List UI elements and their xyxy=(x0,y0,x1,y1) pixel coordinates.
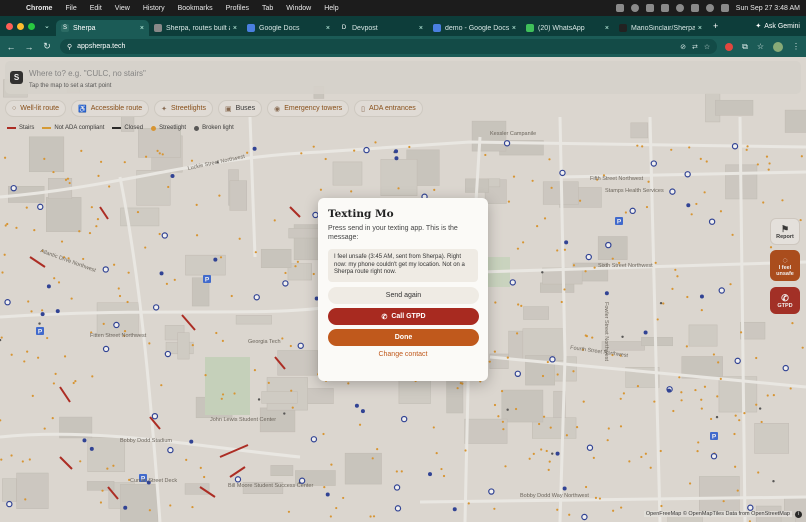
dialog-instructions: Press send in your texting app. This is … xyxy=(328,225,458,241)
tab-favicon-icon xyxy=(154,24,162,32)
menu-view[interactable]: View xyxy=(115,5,130,12)
tab-favicon-icon: S xyxy=(61,24,69,32)
url-text: appsherpa.tech xyxy=(77,43,126,50)
search-icon[interactable] xyxy=(705,4,714,12)
change-contact-link[interactable]: Change contact xyxy=(328,351,478,358)
tab-title: Google Docs xyxy=(259,24,300,32)
wifi-icon[interactable] xyxy=(675,4,684,12)
address-bar[interactable]: ⚲ appsherpa.tech ⊘ ⇄ ☆ xyxy=(60,39,718,54)
done-label: Done xyxy=(394,334,413,341)
tab-close-icon[interactable]: × xyxy=(698,25,702,32)
tab-title: Sherpa xyxy=(73,24,96,32)
browser-tab[interactable]: Google Docs × xyxy=(242,20,335,36)
browser-tab[interactable]: S Sherpa × xyxy=(56,20,149,36)
tab-favicon-icon xyxy=(526,24,534,32)
browser-tab[interactable]: (20) WhatsApp × xyxy=(521,20,614,36)
tab-favicon-icon: D xyxy=(340,24,348,32)
battery-icon[interactable] xyxy=(690,4,699,12)
tab-favicon-icon xyxy=(433,24,441,32)
menu-tab[interactable]: Tab xyxy=(262,5,273,12)
tab-close-icon[interactable]: × xyxy=(233,25,237,32)
tab-title: (20) WhatsApp xyxy=(538,24,585,32)
reading-list-icon[interactable]: ☆ xyxy=(757,42,764,51)
status-app-icon[interactable] xyxy=(630,4,639,12)
back-icon[interactable]: ← xyxy=(6,42,16,52)
extensions-puzzle-icon[interactable]: ⧉ xyxy=(742,42,748,52)
tab-favicon-icon xyxy=(619,24,627,32)
forward-icon[interactable]: → xyxy=(24,42,34,52)
menu-edit[interactable]: Edit xyxy=(90,5,102,12)
tab-close-icon[interactable]: × xyxy=(605,25,609,32)
bookmark-star-icon[interactable]: ☆ xyxy=(704,43,710,51)
tab-close-icon[interactable]: × xyxy=(419,25,423,32)
tab-search-chevron-icon[interactable]: ⌄ xyxy=(44,22,56,30)
send-again-button[interactable]: Send again xyxy=(328,287,479,304)
browser-toolbar: ← → ↻ ⚲ appsherpa.tech ⊘ ⇄ ☆ ⧉ ☆ ⋮ xyxy=(0,36,806,57)
extension-icon[interactable] xyxy=(725,42,734,51)
tab-title: MarioSinclair/Sherpa xyxy=(631,24,695,32)
new-tab-button[interactable]: + xyxy=(707,21,724,31)
texting-dialog: Texting Mo Press send in your texting ap… xyxy=(318,198,488,381)
ask-gemini-label: Ask Gemini xyxy=(764,22,800,30)
reload-icon[interactable]: ↻ xyxy=(42,41,52,52)
chrome-menu-icon[interactable]: ⋮ xyxy=(792,42,800,51)
browser-tab[interactable]: MarioSinclair/Sherpa × xyxy=(614,20,707,36)
call-gtpd-label: Call GTPD xyxy=(391,313,426,320)
map-viewport[interactable]: PPPPP Luckie Street Northwest Georgia Tec… xyxy=(0,57,806,522)
menu-bookmarks[interactable]: Bookmarks xyxy=(178,5,213,12)
menu-file[interactable]: File xyxy=(65,5,76,12)
site-info-icon[interactable]: ⚲ xyxy=(67,43,72,51)
menu-profiles[interactable]: Profiles xyxy=(226,5,249,12)
close-window-button[interactable] xyxy=(6,22,13,30)
tab-list: S Sherpa × Sherpa, routes built a × Google Do… xyxy=(56,16,707,36)
address-actions: ⊘ ⇄ ☆ xyxy=(680,43,710,51)
zoom-window-button[interactable] xyxy=(28,22,35,30)
gemini-icon: ✦ xyxy=(755,23,762,30)
dialog-title: Texting Mo xyxy=(328,208,394,220)
tab-title: Sherpa, routes built a xyxy=(166,24,230,32)
window-controls xyxy=(0,22,44,30)
minimize-window-button[interactable] xyxy=(17,22,24,30)
tab-close-icon[interactable]: × xyxy=(140,25,144,32)
tab-strip: ⌄ S Sherpa × Sherpa, routes built a × Google … xyxy=(0,16,806,36)
translate-icon[interactable]: ⇄ xyxy=(692,43,698,51)
browser-tab[interactable]: D Devpost × xyxy=(335,20,428,36)
macos-menubar: Chrome File Edit View History Bookmarks … xyxy=(0,0,806,16)
menu-app-name[interactable]: Chrome xyxy=(26,5,52,12)
tab-favicon-icon xyxy=(247,24,255,32)
tab-close-icon[interactable]: × xyxy=(512,25,516,32)
call-gtpd-button[interactable]: ✆ Call GTPD xyxy=(328,308,479,325)
toolbar-icons: ⧉ ☆ ⋮ xyxy=(725,41,800,52)
profile-avatar[interactable] xyxy=(773,41,783,52)
ask-gemini-button[interactable]: ✦ Ask Gemini xyxy=(755,22,800,31)
control-center-icon[interactable] xyxy=(720,4,729,12)
browser-tab[interactable]: Sherpa, routes built a × xyxy=(149,20,242,36)
browser-tab[interactable]: demo - Google Docs × xyxy=(428,20,521,36)
menu-history[interactable]: History xyxy=(143,5,165,12)
status-app-icon[interactable] xyxy=(615,4,624,12)
tab-close-icon[interactable]: × xyxy=(326,25,330,32)
message-preview: I feel unsafe (3:45 AM, sent from Sherpa… xyxy=(328,249,478,282)
menu-window[interactable]: Window xyxy=(286,5,311,12)
clock[interactable]: Sun Sep 27 3:48 AM xyxy=(736,5,800,12)
status-app-icon[interactable] xyxy=(660,4,669,12)
tab-title: Devpost xyxy=(352,24,378,32)
send-again-label: Send again xyxy=(385,292,422,299)
phone-icon: ✆ xyxy=(381,313,388,321)
menu-help[interactable]: Help xyxy=(324,5,338,12)
camera-blocked-icon[interactable]: ⊘ xyxy=(680,43,686,51)
done-button[interactable]: Done xyxy=(328,329,479,346)
status-app-icon[interactable] xyxy=(645,4,654,12)
tab-title: demo - Google Docs xyxy=(445,24,509,32)
status-icons: Sun Sep 27 3:48 AM xyxy=(615,4,800,12)
